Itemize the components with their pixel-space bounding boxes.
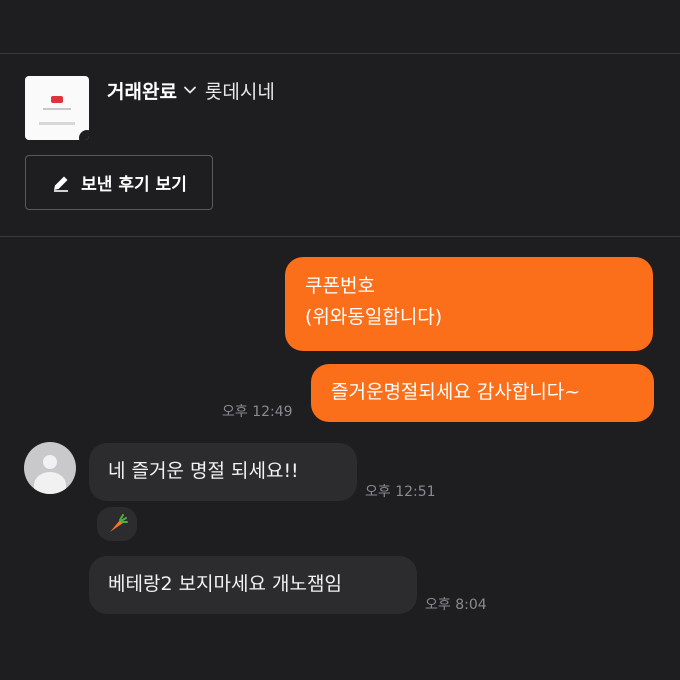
reaction-bubble: [97, 507, 137, 541]
chevron-down-icon[interactable]: [183, 83, 197, 97]
message-text: 베테랑2 보지마세요 개노잼임: [108, 573, 342, 595]
their-message-bubble: 베테랑2 보지마세요 개노잼임: [89, 556, 417, 614]
message-text: 네 즐거운 명절 되세요!!: [108, 460, 299, 482]
header-divider: [0, 236, 680, 237]
message-line: (위와동일합니다): [305, 306, 443, 328]
view-sent-review-button[interactable]: 보낸 후기 보기: [25, 155, 213, 210]
top-divider: [0, 53, 680, 54]
view-sent-review-label: 보낸 후기 보기: [81, 175, 187, 195]
my-message-bubble: 즐거운명절되세요 감사합니다~: [311, 364, 654, 422]
transaction-status[interactable]: 거래완료: [107, 77, 177, 104]
pencil-icon: [51, 173, 71, 193]
message-timestamp: 오후 12:51: [365, 484, 436, 500]
message-text: 즐거운명절되세요 감사합니다~: [331, 381, 581, 403]
message-line: 쿠폰번호: [305, 275, 375, 297]
my-message-bubble: 쿠폰번호 (위와동일합니다): [285, 257, 653, 351]
product-name: 롯데시네: [204, 80, 275, 103]
avatar[interactable]: [24, 442, 76, 494]
brand-logo: [51, 96, 63, 103]
their-message-bubble: 네 즐거운 명절 되세요!!: [89, 443, 357, 501]
carrot-icon: [106, 513, 128, 535]
message-timestamp: 오후 12:49: [222, 404, 293, 420]
product-thumbnail[interactable]: [25, 76, 89, 140]
message-timestamp: 오후 8:04: [425, 597, 487, 613]
transaction-header: 거래완료 롯데시네: [107, 76, 275, 104]
